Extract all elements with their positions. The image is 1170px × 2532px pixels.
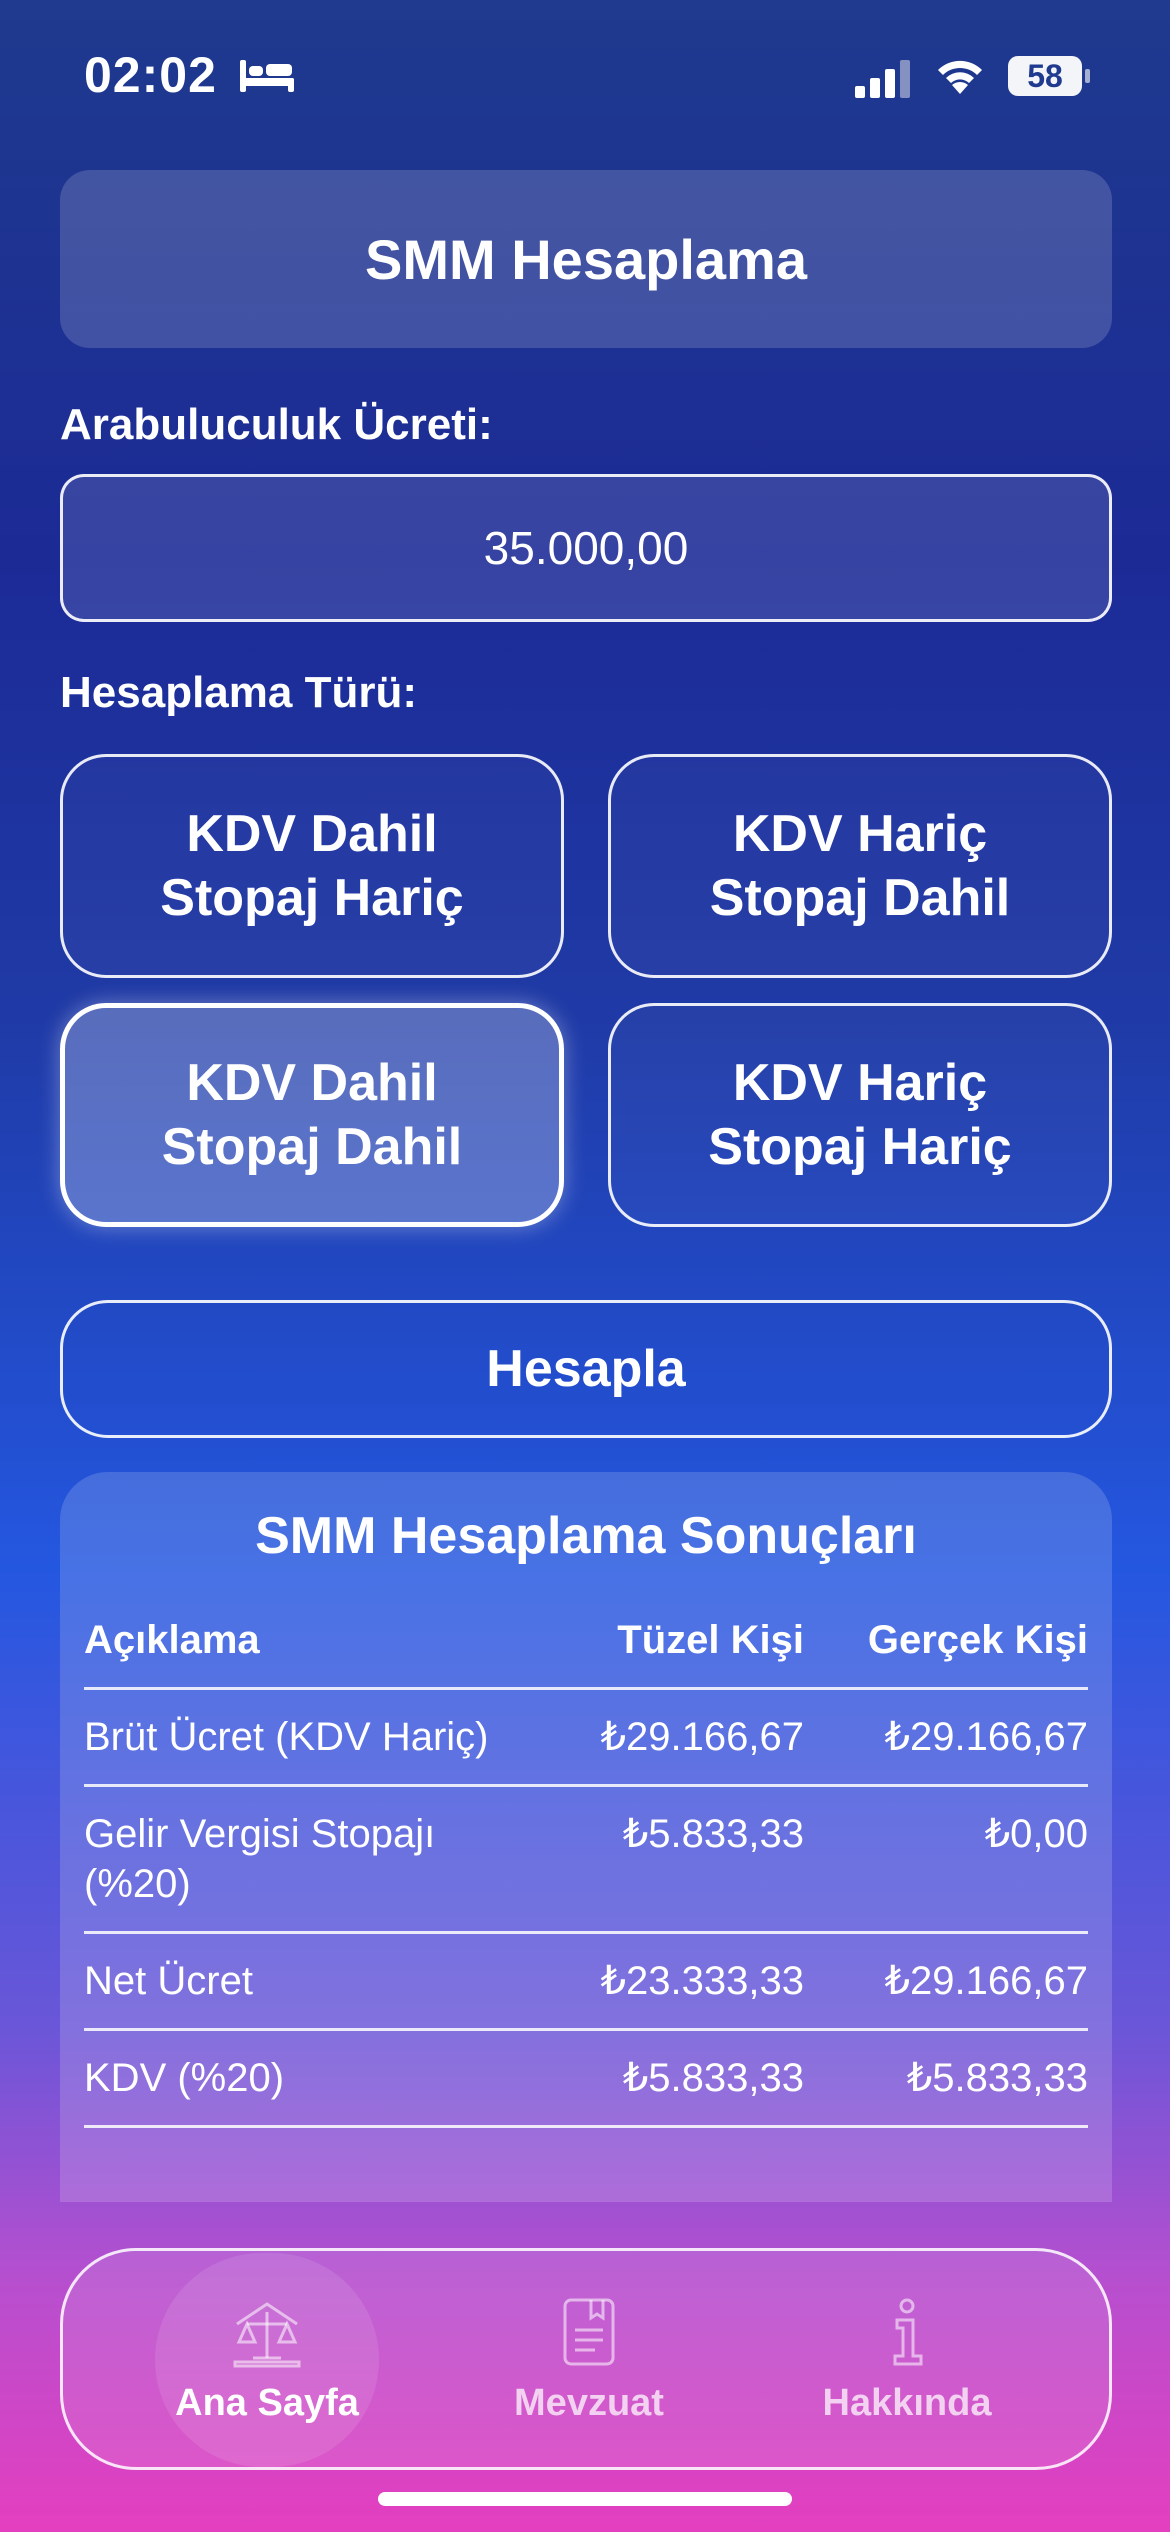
fee-input[interactable] [60, 474, 1112, 622]
column-header-legal-entity: Tüzel Kişi [514, 1602, 804, 1690]
table-row: Net Ücret ₺23.333,33 ₺29.166,67 [84, 1932, 1088, 2031]
option-line2: Stopaj Dahil [161, 1118, 463, 1176]
scales-icon [233, 2301, 301, 2367]
option-line1: KDV Dahil [186, 1054, 438, 1112]
column-header-description: Açıklama [84, 1602, 514, 1690]
battery-level: 58 [1027, 58, 1063, 94]
option-line2: Stopaj Hariç [160, 869, 464, 927]
battery-cap [1085, 69, 1090, 83]
page-title: SMM Hesaplama [365, 227, 807, 291]
row-description: Net Ücret [84, 1932, 514, 2031]
row-legal-value: ₺23.333,33 [514, 1932, 804, 2031]
row-description: Gelir Vergisi Stopajı (%20) [84, 1785, 514, 1934]
home-indicator[interactable] [378, 2492, 792, 2506]
cellular-signal-icon [855, 60, 910, 98]
tab-hakkinda[interactable]: Hakkında [747, 2251, 1067, 2467]
row-real-value: ₺5.833,33 [804, 2029, 1088, 2128]
tab-mevzuat[interactable]: Mevzuat [429, 2251, 749, 2467]
row-description: Brüt Ücret (KDV Hariç) [84, 1688, 514, 1787]
status-bar: 02:02 58 [0, 0, 1170, 150]
page-title-card: SMM Hesaplama [60, 170, 1112, 348]
table-row: Gelir Vergisi Stopajı (%20) ₺5.833,33 ₺0… [84, 1785, 1088, 1934]
option-line1: KDV Dahil [186, 805, 438, 863]
table-row: KDV (%20) ₺5.833,33 ₺5.833,33 [84, 2029, 1088, 2128]
option-line2: Stopaj Dahil [709, 869, 1011, 927]
row-legal-value: ₺29.166,67 [514, 1688, 804, 1787]
option-kdv-haric-stopaj-dahil[interactable]: KDV Hariç Stopaj Dahil [608, 754, 1112, 978]
option-line1: KDV Hariç [732, 1054, 988, 1112]
tab-label: Mevzuat [514, 2381, 664, 2424]
column-header-real-person: Gerçek Kişi [804, 1602, 1088, 1690]
results-panel[interactable]: SMM Hesaplama Sonuçları Açıklama Tüzel K… [60, 1472, 1112, 2202]
calculate-button[interactable]: Hesapla [60, 1300, 1112, 1438]
fee-label: Arabuluculuk Ücreti: [60, 400, 493, 449]
option-kdv-dahil-stopaj-dahil[interactable]: KDV Dahil Stopaj Dahil [60, 1003, 564, 1227]
row-real-value: ₺0,00 [804, 1785, 1088, 1934]
tab-label: Ana Sayfa [175, 2381, 359, 2424]
option-line1: KDV Hariç [732, 805, 988, 863]
tab-label: Hakkında [822, 2381, 992, 2424]
calc-type-label: Hesaplama Türü: [60, 668, 417, 717]
option-kdv-dahil-stopaj-haric[interactable]: KDV Dahil Stopaj Hariç [60, 754, 564, 978]
results-title: SMM Hesaplama Sonuçları [255, 1507, 917, 1565]
status-time: 02:02 [84, 47, 217, 103]
table-row: Brüt Ücret (KDV Hariç) ₺29.166,67 ₺29.16… [84, 1688, 1088, 1787]
option-line2: Stopaj Hariç [708, 1118, 1012, 1176]
document-icon [563, 2298, 615, 2365]
wifi-icon [938, 60, 982, 94]
row-legal-value: ₺5.833,33 [514, 2029, 804, 2128]
info-icon [893, 2298, 923, 2365]
row-description: KDV (%20) [84, 2029, 514, 2128]
tab-bar: Ana Sayfa Mevzuat Hakkında [60, 2248, 1112, 2470]
results-table: Açıklama Tüzel Kişi Gerçek Kişi Brüt Ücr… [84, 1602, 1088, 2128]
option-kdv-haric-stopaj-haric[interactable]: KDV Hariç Stopaj Hariç [608, 1003, 1112, 1227]
tab-ana-sayfa[interactable]: Ana Sayfa [107, 2251, 427, 2467]
battery-indicator: 58 [1008, 56, 1090, 96]
row-legal-value: ₺5.833,33 [514, 1785, 804, 1934]
row-real-value: ₺29.166,67 [804, 1932, 1088, 2031]
row-real-value: ₺29.166,67 [804, 1688, 1088, 1787]
bed-icon [240, 60, 294, 92]
table-header-row: Açıklama Tüzel Kişi Gerçek Kişi [84, 1602, 1088, 1690]
